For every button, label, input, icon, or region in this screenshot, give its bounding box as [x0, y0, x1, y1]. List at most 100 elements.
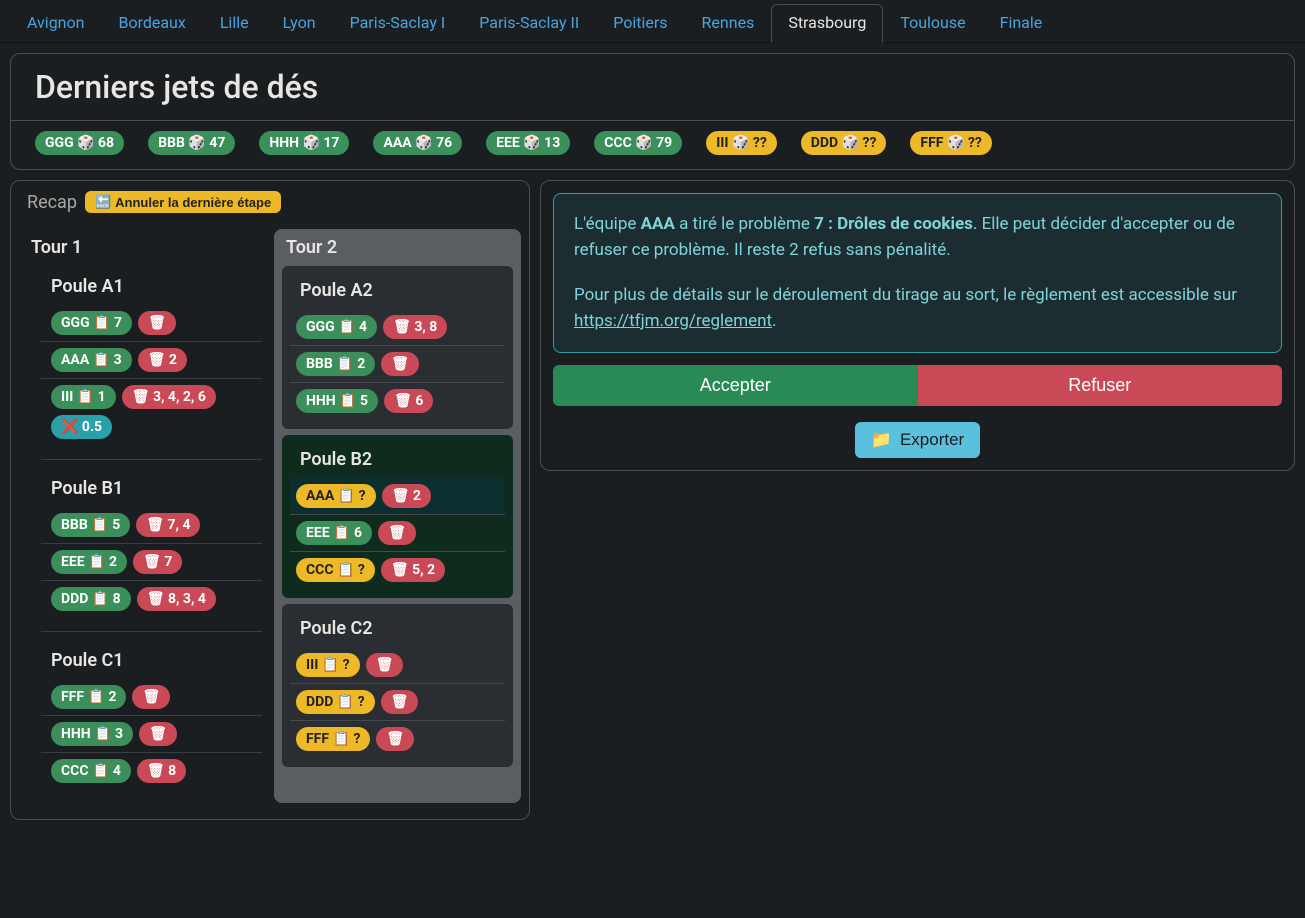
team-row: CCC 📋 ?🗑 5, 2 — [290, 552, 505, 588]
team-reject-badge: 🗑 8, 3, 4 — [137, 587, 216, 611]
team-reject-badge: 🗑 3, 4, 2, 6 — [122, 385, 216, 409]
team-row: EEE 📋 6🗑 — [290, 515, 505, 552]
divider — [41, 459, 262, 460]
dice-badge-aaa: AAA 🎲 76 — [373, 131, 462, 155]
team-reject-badge: 🗑 — [132, 685, 170, 709]
recap-label: Recap — [27, 192, 77, 213]
tab-avignon[interactable]: Avignon — [10, 4, 101, 42]
undo-label: Annuler la dernière étape — [115, 195, 271, 210]
tab-paris-saclay-ii[interactable]: Paris-Saclay II — [462, 4, 596, 42]
team-reject-badge: 🗑 — [138, 311, 176, 335]
team-problem-badge: DDD 📋 ? — [296, 690, 375, 714]
dice-badge-ccc: CCC 🎲 79 — [594, 131, 682, 155]
recap-header: Recap 🔙 Annuler la dernière étape — [11, 181, 529, 221]
rules-link[interactable]: https://tfjm.org/reglement — [574, 311, 772, 331]
team-problem-badge: EEE 📋 2 — [51, 550, 127, 574]
tab-toulouse[interactable]: Toulouse — [883, 4, 982, 42]
team-problem-badge: HHH 📋 3 — [51, 722, 133, 746]
dice-badge-eee: EEE 🎲 13 — [486, 131, 570, 155]
poule-label: Poule B1 — [51, 478, 262, 499]
info-text: . — [772, 311, 776, 331]
team-problem-badge: III 📋 1 — [51, 385, 116, 409]
info-text: a tiré le problème — [675, 214, 814, 234]
team-reject-badge: 🗑 3, 8 — [383, 315, 447, 339]
dice-title: Derniers jets de dés — [11, 54, 1294, 121]
team-reject-badge: 🗑 — [366, 653, 404, 677]
info-team: AAA — [641, 214, 675, 234]
tab-poitiers[interactable]: Poitiers — [596, 4, 684, 42]
export-label: Exporter — [900, 430, 964, 450]
decision-buttons: Accepter Refuser — [553, 365, 1282, 406]
accept-button[interactable]: Accepter — [553, 365, 918, 406]
team-row: CCC 📋 4🗑 8 — [41, 753, 262, 789]
team-row: DDD 📋 8🗑 8, 3, 4 — [41, 581, 262, 617]
team-reject-badge: 🗑 7, 4 — [136, 513, 200, 537]
team-penalty-badge: ❌ 0.5 — [51, 415, 112, 439]
dice-badge-hhh: HHH 🎲 17 — [259, 131, 349, 155]
poule-label: Poule A2 — [300, 280, 505, 301]
dice-card: Derniers jets de dés GGG 🎲 68BBB 🎲 47HHH… — [10, 53, 1295, 170]
info-box: L'équipe AAA a tiré le problème 7 : Drôl… — [553, 193, 1282, 353]
team-row: AAA 📋 ?🗑 2 — [290, 478, 505, 515]
tab-strasbourg[interactable]: Strasbourg — [771, 4, 883, 43]
tour: Tour 1Poule A1GGG 📋 7🗑AAA 📋 3🗑 2III 📋 1🗑… — [19, 229, 274, 803]
tab-bordeaux[interactable]: Bordeaux — [101, 4, 202, 42]
poule: Poule A2GGG 📋 4🗑 3, 8BBB 📋 2🗑HHH 📋 5🗑 6 — [282, 266, 513, 429]
team-problem-badge: AAA 📋 ? — [296, 484, 376, 508]
info-problem: 7 : Drôles de cookies — [814, 214, 973, 234]
team-reject-badge: 🗑 7 — [133, 550, 182, 574]
team-row: III 📋 ?🗑 — [290, 647, 505, 684]
poule: Poule A1GGG 📋 7🗑AAA 📋 3🗑 2III 📋 1🗑 3, 4,… — [41, 266, 262, 451]
team-row: III 📋 1🗑 3, 4, 2, 6 ❌ 0.5 — [41, 379, 262, 445]
team-reject-badge: 🗑 — [376, 727, 414, 751]
dice-badge-bbb: BBB 🎲 47 — [148, 131, 235, 155]
tab-paris-saclay-i[interactable]: Paris-Saclay I — [333, 4, 463, 42]
poule: Poule C1FFF 📋 2🗑HHH 📋 3🗑CCC 📋 4🗑 8 — [41, 640, 262, 795]
team-reject-badge: 🗑 — [381, 352, 419, 376]
tab-rennes[interactable]: Rennes — [685, 4, 772, 42]
info-text: Pour plus de détails sur le déroulement … — [574, 285, 1237, 305]
tour: Tour 2Poule A2GGG 📋 4🗑 3, 8BBB 📋 2🗑HHH 📋… — [274, 229, 521, 803]
dice-badge-iii: III 🎲 ?? — [706, 131, 777, 155]
tour-label: Tour 2 — [282, 237, 513, 258]
poule: Poule C2III 📋 ?🗑DDD 📋 ?🗑FFF 📋 ?🗑 — [282, 604, 513, 767]
tab-lille[interactable]: Lille — [203, 4, 266, 42]
refuse-button[interactable]: Refuser — [918, 365, 1283, 406]
team-reject-badge: 🗑 — [139, 722, 177, 746]
team-reject-badge: 🗑 2 — [382, 484, 431, 508]
team-reject-badge: 🗑 2 — [138, 348, 187, 372]
team-problem-badge: GGG 📋 4 — [296, 315, 377, 339]
info-text: L'équipe — [574, 214, 641, 234]
dice-badge-ddd: DDD 🎲 ?? — [801, 131, 887, 155]
export-button[interactable]: 📁 Exporter — [855, 422, 980, 458]
dice-badge-fff: FFF 🎲 ?? — [910, 131, 991, 155]
info-card: L'équipe AAA a tiré le problème 7 : Drôl… — [540, 180, 1295, 471]
poule-label: Poule B2 — [300, 449, 505, 470]
team-reject-badge: 🗑 6 — [384, 389, 433, 413]
team-row: AAA 📋 3🗑 2 — [41, 342, 262, 379]
undo-button[interactable]: 🔙 Annuler la dernière étape — [85, 191, 281, 213]
team-problem-badge: BBB 📋 5 — [51, 513, 130, 537]
folder-icon: 📁 — [871, 430, 892, 450]
team-problem-badge: III 📋 ? — [296, 653, 360, 677]
team-problem-badge: CCC 📋 ? — [296, 558, 375, 582]
team-problem-badge: FFF 📋 2 — [51, 685, 126, 709]
team-problem-badge: EEE 📋 6 — [296, 521, 372, 545]
team-reject-badge: 🗑 — [381, 690, 419, 714]
team-row: HHH 📋 3🗑 — [41, 716, 262, 753]
tab-lyon[interactable]: Lyon — [266, 4, 333, 42]
team-problem-badge: HHH 📋 5 — [296, 389, 378, 413]
poule-label: Poule C2 — [300, 618, 505, 639]
team-reject-badge: 🗑 8 — [137, 759, 186, 783]
divider — [41, 631, 262, 632]
team-problem-badge: DDD 📋 8 — [51, 587, 131, 611]
recap-card: Recap 🔙 Annuler la dernière étape Tour 1… — [10, 180, 530, 820]
team-problem-badge: CCC 📋 4 — [51, 759, 131, 783]
team-row: HHH 📋 5🗑 6 — [290, 383, 505, 419]
team-row: FFF 📋 2🗑 — [41, 679, 262, 716]
team-problem-badge: AAA 📋 3 — [51, 348, 132, 372]
team-problem-badge: BBB 📋 2 — [296, 352, 375, 376]
team-reject-badge: 🗑 — [378, 521, 416, 545]
team-reject-badge: 🗑 5, 2 — [381, 558, 445, 582]
tab-finale[interactable]: Finale — [983, 4, 1060, 42]
